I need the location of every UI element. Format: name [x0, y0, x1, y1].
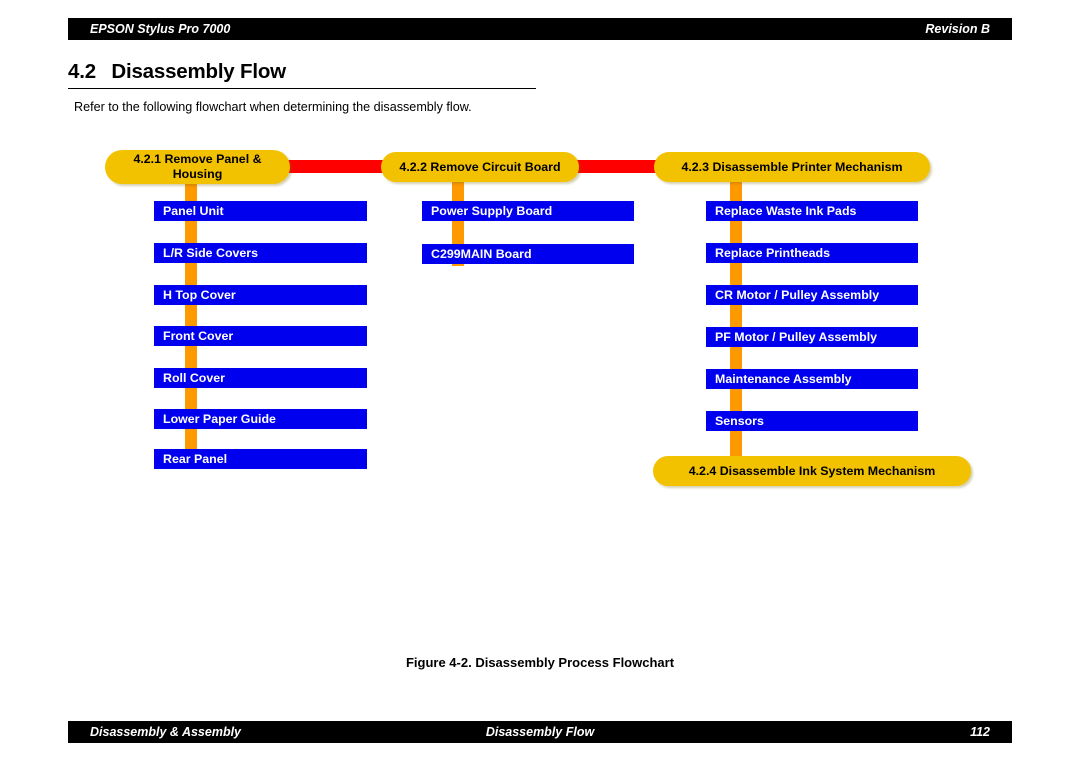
step-label: H Top Cover [163, 288, 236, 302]
step-label: C299MAIN Board [431, 247, 532, 261]
step-label: L/R Side Covers [163, 246, 259, 260]
disassembly-flowchart: 4.2.1 Remove Panel & Housing Panel Unit … [0, 0, 1080, 763]
phase-pill-4-2-1-label: 4.2.1 Remove Panel & Housing [133, 152, 262, 181]
page-title: Disassembly Flow [111, 60, 286, 83]
section-heading: 4.2 Disassembly Flow [68, 60, 536, 89]
step-box[interactable]: Replace Printheads [706, 243, 918, 263]
step-label: CR Motor / Pulley Assembly [715, 288, 880, 302]
step-box[interactable]: Panel Unit [154, 201, 367, 221]
step-label: Replace Waste Ink Pads [715, 204, 857, 218]
connector-phase-1-to-2 [283, 160, 389, 173]
phase-pill-4-2-1[interactable]: 4.2.1 Remove Panel & Housing [105, 150, 290, 184]
step-label: Power Supply Board [431, 204, 553, 218]
figure-caption: Figure 4-2. Disassembly Process Flowchar… [405, 655, 675, 670]
step-box[interactable]: Sensors [706, 411, 918, 431]
phase-pill-4-2-2[interactable]: 4.2.2 Remove Circuit Board [381, 152, 579, 182]
page-header-bar: EPSON Stylus Pro 7000 Revision B [68, 18, 1012, 40]
step-box[interactable]: Rear Panel [154, 449, 367, 469]
step-label: Roll Cover [163, 371, 225, 385]
step-box[interactable]: C299MAIN Board [422, 244, 634, 264]
phase-pill-4-2-4-label: 4.2.4 Disassemble Ink System Mechanism [688, 463, 936, 478]
footer-section-label: Disassembly Flow [485, 725, 595, 739]
step-box[interactable]: Lower Paper Guide [154, 409, 367, 429]
step-box[interactable]: Roll Cover [154, 368, 367, 388]
section-intro-text: Refer to the following flowchart when de… [74, 100, 472, 114]
phase-pill-4-2-2-label: 4.2.2 Remove Circuit Board [399, 159, 561, 174]
step-box[interactable]: Front Cover [154, 326, 367, 346]
phase-pill-4-2-4[interactable]: 4.2.4 Disassemble Ink System Mechanism [653, 456, 971, 486]
step-label: Panel Unit [163, 204, 224, 218]
step-box[interactable]: CR Motor / Pulley Assembly [706, 285, 918, 305]
section-number: 4.2 [68, 60, 96, 83]
footer-page-number: 112 [970, 725, 990, 739]
step-label: Sensors [715, 414, 764, 428]
header-product-title: EPSON Stylus Pro 7000 [90, 22, 231, 36]
step-label: Replace Printheads [715, 246, 831, 260]
step-box[interactable]: Replace Waste Ink Pads [706, 201, 918, 221]
step-box[interactable]: PF Motor / Pulley Assembly [706, 327, 918, 347]
step-label: Lower Paper Guide [163, 412, 276, 426]
step-label: Front Cover [163, 329, 234, 343]
step-label: Rear Panel [163, 452, 228, 466]
step-box[interactable]: Maintenance Assembly [706, 369, 918, 389]
page-footer-bar: Disassembly & Assembly Disassembly Flow … [68, 721, 1012, 743]
step-label: Maintenance Assembly [715, 372, 852, 386]
step-label: PF Motor / Pulley Assembly [715, 330, 878, 344]
step-box[interactable]: H Top Cover [154, 285, 367, 305]
header-revision: Revision B [925, 22, 990, 36]
step-box[interactable]: L/R Side Covers [154, 243, 367, 263]
footer-chapter-label: Disassembly & Assembly [90, 725, 242, 739]
step-box[interactable]: Power Supply Board [422, 201, 634, 221]
phase-pill-4-2-3-label: 4.2.3 Disassemble Printer Mechanism [681, 159, 903, 174]
phase-pill-4-2-3[interactable]: 4.2.3 Disassemble Printer Mechanism [654, 152, 930, 182]
